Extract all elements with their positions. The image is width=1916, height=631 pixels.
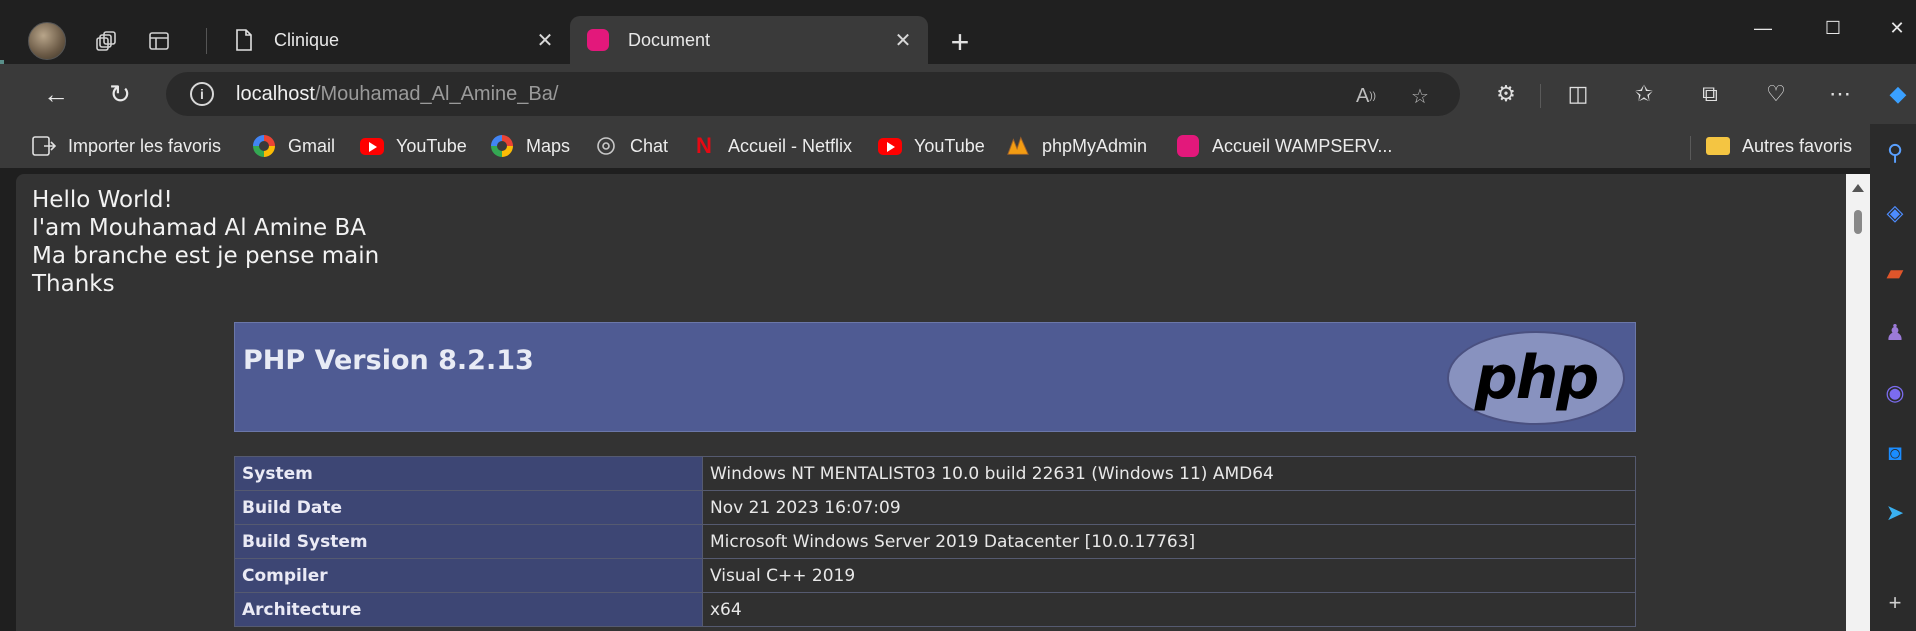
info-key: Build System — [234, 524, 703, 559]
edge-sidebar: ⚲ ◈ ▰ ♟ ◉ ◙ ➤ + — [1870, 124, 1916, 631]
scroll-up-arrow-icon[interactable] — [1852, 184, 1864, 192]
favorite-maps[interactable]: Maps — [490, 132, 570, 160]
workspaces-icon[interactable] — [88, 22, 126, 60]
address-bar[interactable]: i localhost/Mouhamad_Al_Amine_Ba/ A)) ☆ — [166, 72, 1460, 116]
intro-line: I'am Mouhamad Al Amine BA — [32, 215, 367, 241]
chatgpt-icon — [594, 134, 618, 158]
shopping-tag-icon[interactable]: ◈ — [1880, 198, 1910, 228]
info-key: Compiler — [234, 558, 703, 593]
close-icon[interactable]: ✕ — [530, 25, 560, 55]
favorite-chat[interactable]: Chat — [594, 132, 668, 160]
copilot-icon[interactable]: ◉ — [1880, 378, 1910, 408]
tools-icon[interactable]: ▰ — [1880, 258, 1910, 288]
table-row: System Windows NT MENTALIST03 10.0 build… — [234, 456, 1636, 491]
info-value: Windows NT MENTALIST03 10.0 build 22631 … — [702, 456, 1636, 491]
games-icon[interactable]: ♟ — [1880, 318, 1910, 348]
info-key: Build Date — [234, 490, 703, 525]
intro-line: Thanks — [32, 271, 115, 297]
toolbar-separator — [1540, 84, 1541, 108]
phpinfo-header: PHP Version 8.2.13 php — [234, 322, 1636, 432]
import-icon — [32, 134, 56, 158]
info-key: System — [234, 456, 703, 491]
info-icon[interactable]: i — [190, 82, 214, 106]
php-version-title: PHP Version 8.2.13 — [243, 345, 534, 376]
close-window-button[interactable]: ✕ — [1872, 10, 1916, 46]
tab-document[interactable]: Document ✕ — [570, 16, 928, 64]
favorite-wampserver[interactable]: Accueil WAMPSERV... — [1176, 132, 1392, 160]
tab-clinique[interactable]: Clinique ✕ — [216, 16, 570, 64]
toolbar: ← ↻ i localhost/Mouhamad_Al_Amine_Ba/ A)… — [0, 64, 1916, 124]
youtube-icon — [878, 134, 902, 158]
search-icon[interactable]: ⚲ — [1880, 138, 1910, 168]
favorites-icon[interactable]: ✩ — [1626, 76, 1662, 112]
copilot-icon[interactable]: ◆ — [1880, 76, 1916, 112]
outlook-icon[interactable]: ◙ — [1880, 438, 1910, 468]
intro-text: Hello World! I'am Mouhamad Al Amine BA M… — [32, 186, 379, 298]
table-row: Architecture x64 — [234, 592, 1636, 627]
close-icon[interactable]: ✕ — [888, 25, 918, 55]
intro-line: Ma branche est je pense main — [32, 243, 380, 269]
page-content: Hello World! I'am Mouhamad Al Amine BA M… — [16, 174, 1870, 631]
more-menu-icon[interactable]: ⋯ — [1822, 76, 1858, 112]
tab-title: Clinique — [274, 29, 340, 50]
url-text[interactable]: localhost/Mouhamad_Al_Amine_Ba/ — [236, 83, 558, 106]
favorites-separator — [1690, 136, 1691, 160]
info-value: Microsoft Windows Server 2019 Datacenter… — [702, 524, 1636, 559]
table-row: Build System Microsoft Windows Server 20… — [234, 524, 1636, 559]
google-icon — [252, 134, 276, 158]
read-aloud-icon[interactable]: A)) — [1352, 82, 1380, 110]
profile-avatar[interactable] — [28, 22, 66, 60]
send-icon[interactable]: ➤ — [1880, 498, 1910, 528]
favorite-youtube[interactable]: YouTube — [360, 132, 467, 160]
other-favorites-folder[interactable]: Autres favoris — [1706, 132, 1852, 160]
favorite-phpmyadmin[interactable]: phpMyAdmin — [1006, 132, 1147, 160]
new-tab-button[interactable]: + — [940, 22, 980, 62]
wamp-icon — [1176, 134, 1200, 158]
favorite-gmail[interactable]: Gmail — [252, 132, 335, 160]
phpinfo-table: System Windows NT MENTALIST03 10.0 build… — [234, 456, 1636, 627]
folder-icon — [1706, 134, 1730, 158]
scrollbar-thumb[interactable] — [1854, 210, 1862, 234]
refresh-button[interactable]: ↻ — [100, 74, 140, 114]
wamp-icon — [586, 28, 610, 52]
table-row: Build Date Nov 21 2023 16:07:09 — [234, 490, 1636, 525]
browser-window: Clinique ✕ Document ✕ + — ☐ ✕ ← ↻ i loca… — [0, 0, 1916, 631]
youtube-icon — [360, 134, 384, 158]
info-key: Architecture — [234, 592, 703, 627]
info-value: x64 — [702, 592, 1636, 627]
google-icon — [490, 134, 514, 158]
table-row: Compiler Visual C++ 2019 — [234, 558, 1636, 593]
vertical-tabs-icon[interactable] — [140, 22, 178, 60]
split-screen-icon[interactable]: ◫ — [1560, 76, 1596, 112]
favorites-bar: Importer les favoris Gmail YouTube Maps … — [0, 124, 1916, 168]
netflix-icon: N — [696, 133, 712, 158]
add-icon[interactable]: + — [1880, 588, 1910, 618]
info-value: Visual C++ 2019 — [702, 558, 1636, 593]
tab-bar: Clinique ✕ Document ✕ + — ☐ ✕ — [0, 0, 1916, 72]
back-button[interactable]: ← — [36, 74, 76, 114]
phpmyadmin-icon — [1006, 134, 1030, 158]
star-icon[interactable]: ☆ — [1406, 82, 1434, 110]
maximize-button[interactable]: ☐ — [1808, 10, 1858, 46]
page-icon — [232, 28, 256, 52]
minimize-button[interactable]: — — [1738, 10, 1788, 46]
tab-title: Document — [628, 29, 711, 50]
collections-icon[interactable]: ⧉ — [1692, 76, 1728, 112]
favorite-netflix[interactable]: N Accueil - Netflix — [692, 132, 852, 160]
intro-line: Hello World! — [32, 187, 173, 213]
browser-essentials-icon[interactable]: ♡ — [1758, 76, 1794, 112]
extensions-icon[interactable]: ⚙ — [1488, 76, 1524, 112]
vertical-scrollbar[interactable] — [1846, 174, 1870, 631]
tab-separator — [206, 28, 207, 54]
favorite-youtube-2[interactable]: YouTube — [878, 132, 985, 160]
php-logo[interactable]: php — [1447, 331, 1625, 425]
favorite-import[interactable]: Importer les favoris — [32, 132, 221, 160]
info-value: Nov 21 2023 16:07:09 — [702, 490, 1636, 525]
